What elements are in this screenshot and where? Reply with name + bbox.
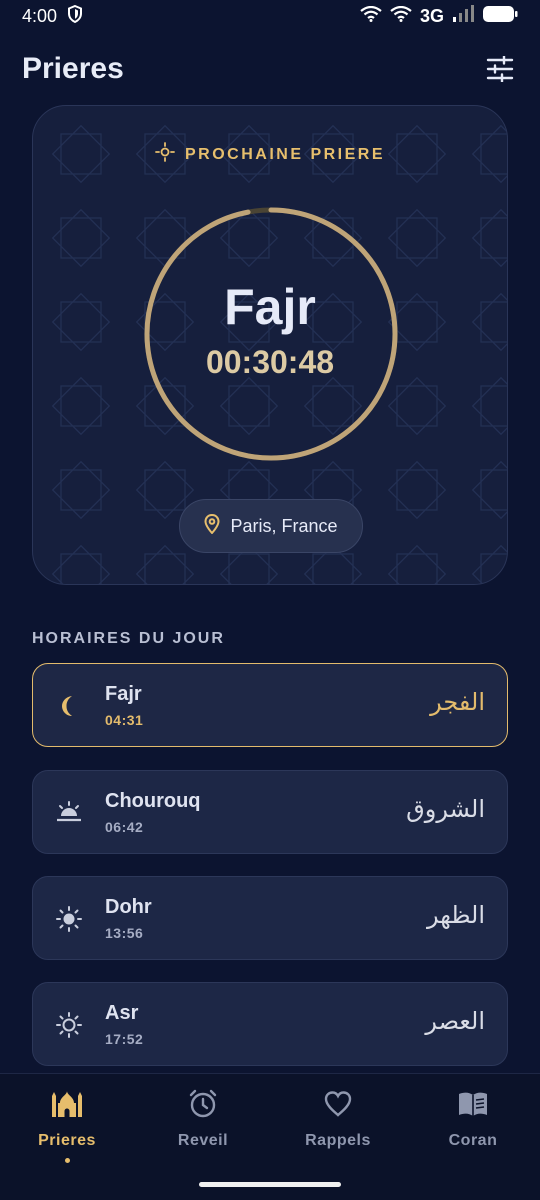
active-indicator xyxy=(64,1158,70,1163)
sun-outline-icon xyxy=(55,1011,83,1039)
next-prayer-label-row: PROCHAINE PRIERE xyxy=(33,142,507,167)
nav-label: Reveil xyxy=(177,1132,229,1149)
signal-icon xyxy=(452,4,474,28)
prayer-name: Asr xyxy=(105,1002,139,1024)
page-title: Prieres xyxy=(22,52,124,85)
next-prayer-card: PROCHAINE PRIERE Fajr 00:30:48 Paris, Fr… xyxy=(32,105,508,585)
location-text: Paris, France xyxy=(230,515,338,536)
settings-button[interactable] xyxy=(482,51,518,87)
prayer-name: Fajr xyxy=(105,683,142,705)
next-prayer-name: Fajr xyxy=(224,279,316,335)
prayer-item-asr[interactable]: Asr 17:52 العصر xyxy=(32,982,508,1066)
wifi-icon xyxy=(360,5,382,27)
prayer-time: 04:31 xyxy=(105,712,144,728)
wifi-icon xyxy=(390,5,412,27)
battery-icon xyxy=(482,5,518,28)
alarm-icon xyxy=(148,1088,258,1120)
heart-icon xyxy=(283,1088,393,1120)
home-indicator[interactable] xyxy=(199,1182,341,1187)
nav-item-prieres[interactable]: Prieres xyxy=(12,1088,122,1163)
mosque-icon xyxy=(12,1088,122,1120)
shield-icon xyxy=(67,4,83,28)
next-prayer-label: PROCHAINE PRIERE xyxy=(184,145,386,163)
location-button[interactable]: Paris, France xyxy=(179,499,363,553)
sun-icon xyxy=(55,905,83,933)
nav-item-rappels[interactable]: Rappels xyxy=(283,1088,393,1150)
prayer-time: 06:42 xyxy=(105,819,144,835)
sliders-icon xyxy=(486,56,514,82)
bottom-nav: Prieres Reveil Rappels Coran xyxy=(0,1073,540,1200)
prayer-arabic-name: الشروق xyxy=(406,795,485,823)
prayer-time: 13:56 xyxy=(105,925,144,941)
prayer-arabic-name: الفجر xyxy=(430,688,485,716)
prayer-arabic-name: العصر xyxy=(425,1007,485,1035)
countdown-timer: 00:30:48 xyxy=(205,344,335,380)
network-type: 3G xyxy=(419,5,444,26)
moon-icon xyxy=(55,692,83,720)
nav-label: Rappels xyxy=(305,1132,371,1149)
nav-label: Prieres xyxy=(38,1132,96,1149)
nav-item-reveil[interactable]: Reveil xyxy=(148,1088,258,1150)
location-pin-icon xyxy=(204,513,220,539)
app-bar: Prieres xyxy=(0,44,540,94)
prayer-item-dohr[interactable]: Dohr 13:56 الظهر xyxy=(32,876,508,960)
sun-icon xyxy=(155,142,175,167)
section-title: HORAIRES DU JOUR xyxy=(32,630,225,647)
sunrise-icon xyxy=(55,799,83,827)
nav-label: Coran xyxy=(448,1132,498,1149)
prayer-name: Dohr xyxy=(105,896,152,918)
status-bar: 4:00 3G xyxy=(0,0,540,32)
prayer-arabic-name: الظهر xyxy=(427,901,485,929)
prayer-item-chourouq[interactable]: Chourouq 06:42 الشروق xyxy=(32,770,508,854)
prayer-time: 17:52 xyxy=(105,1031,144,1047)
prayer-name: Chourouq xyxy=(105,790,201,812)
nav-item-coran[interactable]: Coran xyxy=(418,1088,528,1150)
prayer-item-fajr[interactable]: Fajr 04:31 الفجر xyxy=(32,663,508,747)
status-time: 4:00 xyxy=(22,5,58,26)
book-icon xyxy=(418,1088,528,1120)
